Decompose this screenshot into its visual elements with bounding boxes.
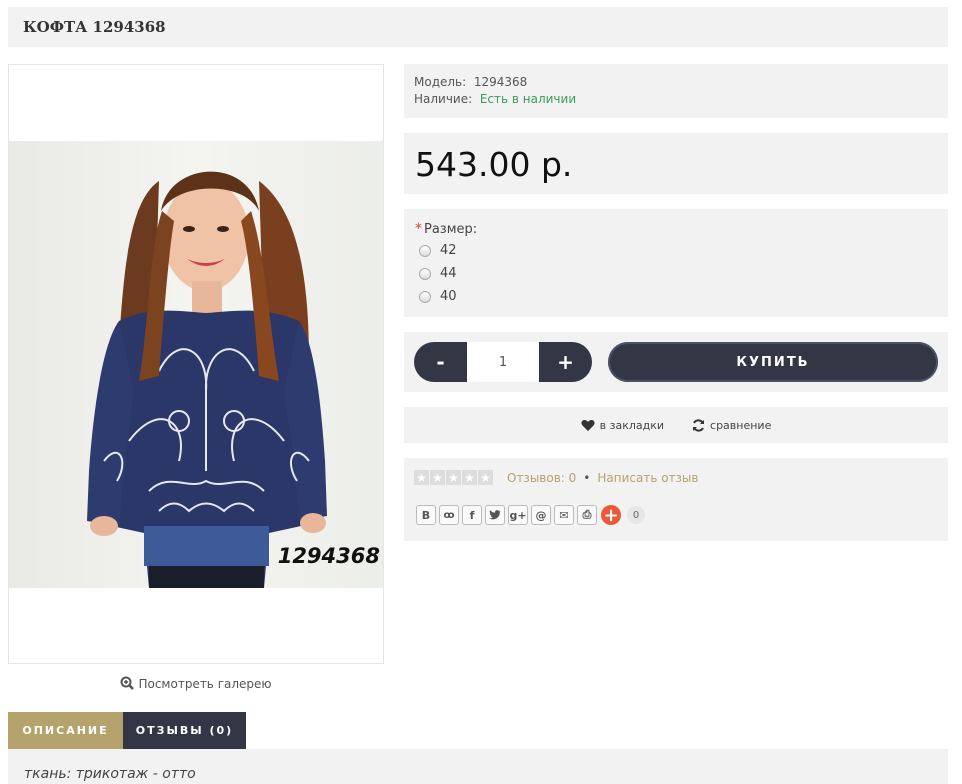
print-share-button[interactable]: ⎙	[577, 505, 597, 525]
twitter-icon	[489, 510, 501, 520]
quantity-decrease-button[interactable]: -	[414, 342, 467, 382]
size-radio[interactable]	[419, 244, 431, 257]
product-tabs: ОПИСАНИЕ ОТЗЫВЫ (0)	[8, 712, 246, 749]
rating-stars: ★ ★ ★ ★ ★	[414, 470, 493, 485]
compare-link[interactable]: сравнение	[692, 419, 771, 432]
title-bar: КОФТА 1294368	[8, 7, 948, 47]
product-actions-panel: в закладки сравнение	[404, 407, 948, 443]
gallery-link[interactable]: Посмотреть галерею	[8, 676, 384, 691]
quantity-input[interactable]: 1	[467, 342, 539, 382]
page-title: КОФТА 1294368	[23, 18, 166, 36]
product-photo-illustration	[87, 171, 327, 588]
tab-description[interactable]: ОПИСАНИЕ	[8, 712, 123, 749]
stock-label: Наличие:	[414, 92, 473, 106]
star-icon: ★	[446, 470, 461, 485]
write-review-link[interactable]: Написать отзыв	[597, 471, 698, 485]
required-mark: *	[415, 221, 422, 237]
compare-label: сравнение	[710, 418, 772, 432]
rating-row: ★ ★ ★ ★ ★ Отзывов: 0 • Написать отзыв	[414, 470, 938, 485]
buy-button[interactable]: КУПИТЬ	[608, 342, 938, 382]
photo-code-text: 1294368	[277, 544, 380, 568]
zoom-in-icon	[120, 676, 135, 690]
mailru-share-button[interactable]: @	[531, 505, 551, 525]
cart-panel: - 1 + КУПИТЬ	[404, 332, 948, 392]
price-value: 543.00 р.	[415, 145, 573, 184]
reviews-share-panel: ★ ★ ★ ★ ★ Отзывов: 0 • Написать отзыв В …	[404, 458, 948, 541]
size-radio[interactable]	[419, 290, 431, 303]
twitter-share-button[interactable]	[485, 505, 505, 525]
size-radio[interactable]	[419, 267, 431, 280]
price-panel: 543.00 р.	[404, 133, 948, 194]
odnoklassniki-icon: ꝏ	[443, 509, 455, 521]
product-photo[interactable]: 1294368	[9, 141, 383, 588]
facebook-share-button[interactable]: f	[462, 505, 482, 525]
size-option-label: 42	[440, 243, 457, 258]
gallery-link-label: Посмотреть галерею	[138, 677, 272, 691]
star-icon: ★	[430, 470, 445, 485]
product-image-box[interactable]: 1294368	[8, 64, 384, 664]
wishlist-label: в закладки	[599, 418, 665, 432]
stock-row: Наличие: Есть в наличии	[414, 91, 938, 108]
refresh-icon	[693, 418, 705, 432]
size-label-row: * Размер:	[415, 221, 937, 237]
model-label: Модель:	[414, 75, 467, 89]
odnoklassniki-share-button[interactable]: ꝏ	[439, 505, 459, 525]
tab-reviews[interactable]: ОТЗЫВЫ (0)	[123, 712, 246, 749]
share-buttons: В ꝏ f g+ @ ✉ ⎙ + 0	[414, 505, 938, 526]
star-icon: ★	[478, 470, 493, 485]
model-row: Модель: 1294368	[414, 74, 938, 91]
quantity-stepper: - 1 +	[414, 342, 592, 382]
size-option-label: 44	[440, 266, 457, 281]
size-option-label: 40	[440, 289, 457, 304]
vk-share-button[interactable]: В	[416, 505, 436, 525]
size-option-44[interactable]: 44	[415, 262, 937, 285]
description-text: ткань: трикотаж - отто	[24, 766, 196, 782]
separator-dot: •	[583, 470, 591, 485]
model-value: 1294368	[473, 75, 528, 89]
email-share-button[interactable]: ✉	[554, 505, 574, 525]
size-option-42[interactable]: 42	[415, 239, 937, 262]
size-option-40[interactable]: 40	[415, 285, 937, 308]
more-share-button[interactable]: +	[601, 505, 621, 526]
heart-icon	[581, 419, 595, 431]
stock-value: Есть в наличии	[479, 92, 577, 106]
star-icon: ★	[414, 470, 429, 485]
quantity-increase-button[interactable]: +	[539, 342, 592, 382]
description-panel: ткань: трикотаж - отто	[8, 749, 948, 784]
size-label: Размер:	[424, 222, 478, 237]
size-options-panel: * Размер: 42 44 40	[404, 209, 948, 317]
googleplus-share-button[interactable]: g+	[508, 505, 528, 525]
share-count: 0	[627, 506, 645, 524]
star-icon: ★	[462, 470, 477, 485]
reviews-count-link[interactable]: Отзывов: 0	[507, 471, 576, 485]
wishlist-link[interactable]: в закладки	[581, 419, 664, 432]
product-info-panel: Модель: 1294368 Наличие: Есть в наличии	[404, 64, 948, 118]
